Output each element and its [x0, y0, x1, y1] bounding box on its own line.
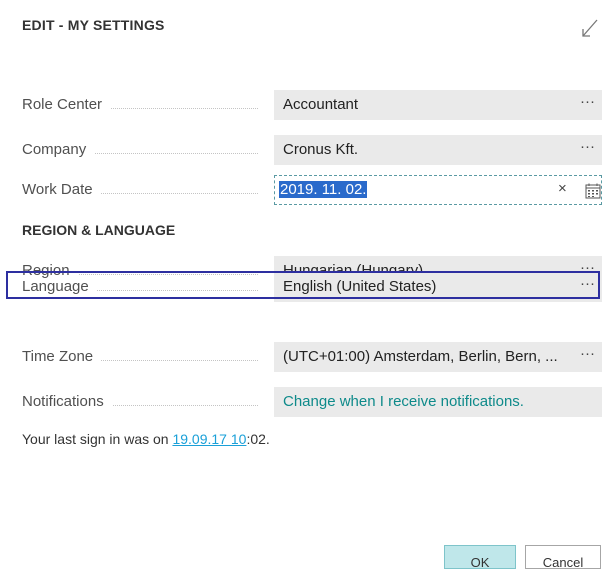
time-zone-row: Time Zone (UTC+01:00) Amsterdam, Berlin,…: [0, 342, 602, 372]
company-label: Company: [22, 141, 95, 158]
expand-icon[interactable]: [580, 17, 600, 39]
calendar-icon[interactable]: [585, 183, 601, 199]
work-date-selected-text[interactable]: 2019. 11. 02.: [279, 181, 368, 198]
notifications-label: Notifications: [22, 393, 112, 410]
language-focus-outline: [6, 271, 600, 299]
region-language-heading: REGION & LANGUAGE: [22, 222, 176, 238]
notifications-link[interactable]: Change when I receive notifications.: [283, 393, 575, 410]
signin-date-link[interactable]: 19.09.17 10: [172, 431, 246, 447]
time-zone-label: Time Zone: [22, 348, 102, 365]
dialog-title: EDIT - MY SETTINGS: [22, 17, 165, 33]
time-zone-field[interactable]: (UTC+01:00) Amsterdam, Berlin, Bern, ...…: [274, 342, 602, 372]
role-center-value[interactable]: Accountant: [283, 96, 575, 113]
role-center-field[interactable]: Accountant ···: [274, 90, 602, 120]
notifications-row: Notifications Change when I receive noti…: [0, 387, 602, 417]
time-zone-more-button[interactable]: ···: [580, 345, 595, 362]
clear-icon[interactable]: ×: [558, 180, 567, 197]
signin-suffix: :02.: [246, 431, 270, 447]
work-date-input[interactable]: 2019. 11. 02. ×: [274, 175, 602, 205]
cancel-button[interactable]: Cancel: [525, 545, 601, 570]
last-signin-text: Your last sign in was on 19.09.17 10:02.: [22, 431, 270, 447]
signin-prefix: Your last sign in was on: [22, 431, 173, 447]
work-date-value-wrap[interactable]: 2019. 11. 02.: [279, 181, 571, 198]
work-date-row: Work Date 2019. 11. 02. ×: [0, 175, 602, 205]
ok-button[interactable]: OK: [444, 545, 516, 570]
company-row: Company Cronus Kft. ···: [0, 135, 602, 165]
role-center-label: Role Center: [22, 96, 111, 113]
role-center-row: Role Center Accountant ···: [0, 90, 602, 120]
notifications-field: Change when I receive notifications.: [274, 387, 602, 417]
company-more-button[interactable]: ···: [580, 138, 595, 155]
role-center-more-button[interactable]: ···: [580, 93, 595, 110]
company-value[interactable]: Cronus Kft.: [283, 141, 575, 158]
time-zone-value[interactable]: (UTC+01:00) Amsterdam, Berlin, Bern, ...: [283, 348, 575, 365]
work-date-label: Work Date: [22, 181, 101, 198]
company-field[interactable]: Cronus Kft. ···: [274, 135, 602, 165]
